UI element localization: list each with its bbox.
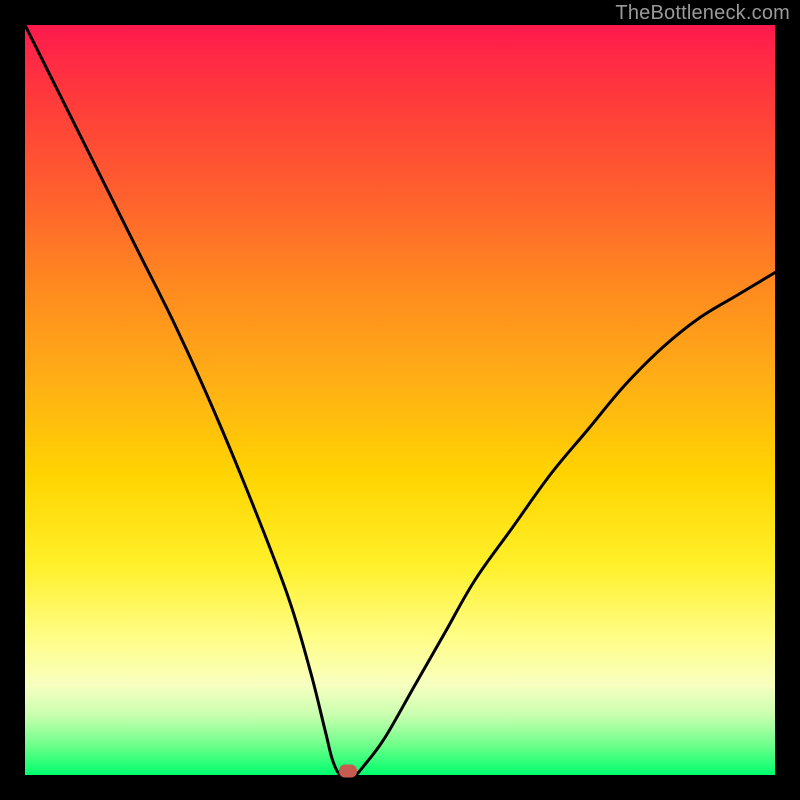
optimal-point-marker — [339, 765, 357, 778]
watermark-label: TheBottleneck.com — [615, 2, 790, 25]
chart-frame: TheBottleneck.com — [0, 0, 800, 800]
curve-path — [25, 25, 775, 775]
bottleneck-curve — [25, 25, 775, 775]
plot-area — [25, 25, 775, 775]
